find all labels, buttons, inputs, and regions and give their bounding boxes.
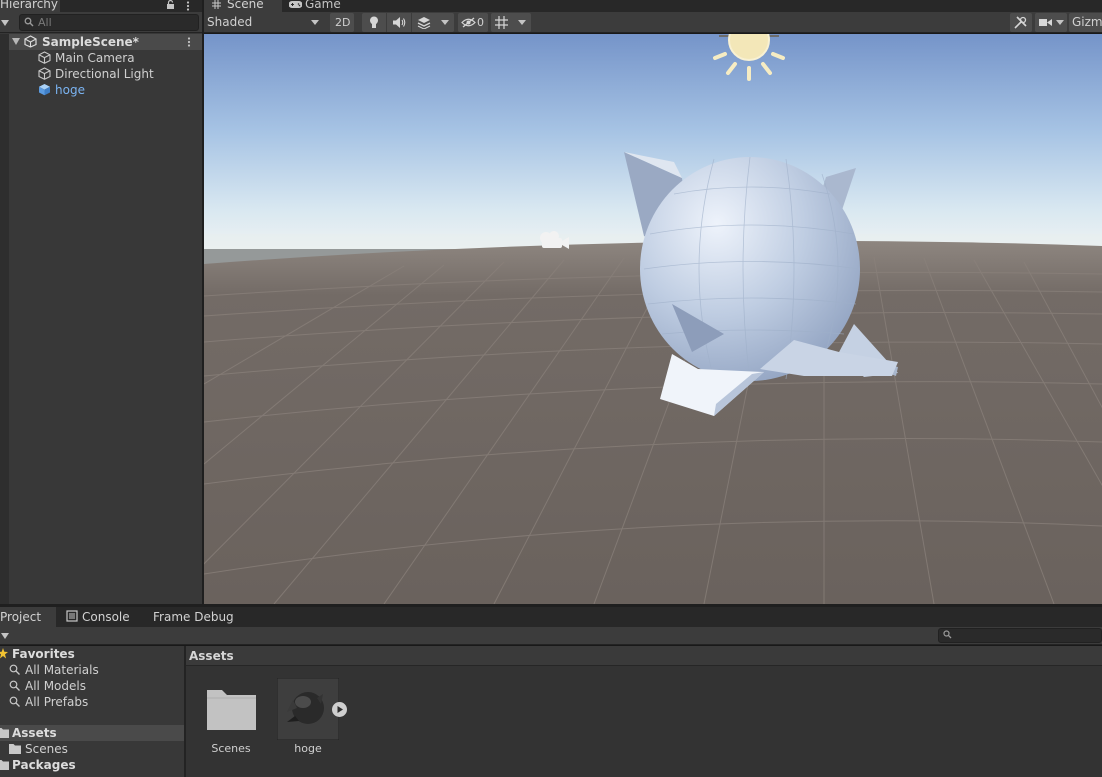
search-icon bbox=[24, 17, 34, 27]
tree-item-packages[interactable]: Packages bbox=[0, 757, 184, 773]
grid-toggle-button[interactable] bbox=[491, 13, 513, 32]
shading-mode-label: Shaded bbox=[207, 15, 253, 29]
kebab-menu-icon[interactable] bbox=[186, 1, 190, 11]
scene-viewport[interactable] bbox=[204, 34, 1102, 604]
lighting-toggle-button[interactable] bbox=[362, 13, 386, 32]
effects-toggle-button[interactable] bbox=[412, 13, 436, 32]
scene-kebab-menu-icon[interactable] bbox=[187, 37, 191, 47]
gameobject-cube-icon bbox=[38, 67, 51, 80]
search-icon bbox=[9, 680, 20, 691]
scene-tools-button[interactable] bbox=[1010, 13, 1032, 32]
gameobject-cube-icon bbox=[38, 51, 51, 64]
chevron-down-icon bbox=[311, 20, 319, 25]
scene-name-label: SampleScene* bbox=[42, 35, 139, 49]
hierarchy-gutter bbox=[0, 34, 9, 604]
fold-arrow-icon[interactable] bbox=[12, 38, 20, 45]
tree-item-label: Favorites bbox=[12, 647, 75, 661]
audio-toggle-button[interactable] bbox=[387, 13, 411, 32]
layers-icon bbox=[417, 17, 431, 29]
hierarchy-item-hoge[interactable]: hoge bbox=[38, 82, 198, 98]
tree-item-assets[interactable]: Assets bbox=[0, 725, 184, 741]
asset-name: Scenes bbox=[211, 742, 251, 755]
video-camera-icon bbox=[1039, 19, 1052, 26]
grid-dropdown-button[interactable] bbox=[513, 13, 531, 32]
tree-item-all-materials[interactable]: All Materials bbox=[0, 662, 184, 678]
lock-icon[interactable] bbox=[166, 0, 175, 9]
camera-settings-button[interactable] bbox=[1035, 13, 1067, 32]
create-dropdown-arrow-icon[interactable] bbox=[1, 633, 9, 639]
chevron-down-icon bbox=[441, 20, 449, 25]
grid-icon bbox=[495, 16, 508, 29]
search-icon bbox=[9, 696, 20, 707]
tree-item-label: All Models bbox=[25, 679, 86, 693]
tree-item-label: Assets bbox=[12, 726, 57, 740]
tree-item-label: All Materials bbox=[25, 663, 99, 677]
project-search-input[interactable] bbox=[956, 628, 1100, 643]
gizmos-label: Gizmos bbox=[1072, 15, 1102, 29]
search-icon bbox=[9, 664, 20, 675]
asset-hoge-model[interactable]: hoge bbox=[277, 678, 347, 758]
hierarchy-item-label: Main Camera bbox=[55, 51, 135, 65]
folder-icon bbox=[207, 690, 256, 730]
asset-name: hoge bbox=[294, 742, 322, 755]
hidden-objects-count: 0 bbox=[477, 16, 484, 29]
create-dropdown-arrow-icon[interactable] bbox=[1, 20, 9, 26]
tree-item-label: All Prefabs bbox=[25, 695, 89, 709]
hierarchy-item-directional-light[interactable]: Directional Light bbox=[38, 66, 198, 82]
hierarchy-item-main-camera[interactable]: Main Camera bbox=[38, 50, 198, 66]
folder-icon bbox=[0, 760, 9, 770]
expand-play-icon[interactable] bbox=[331, 701, 348, 718]
tree-item-label: Packages bbox=[12, 758, 76, 772]
tab-hierarchy-label: Hierarchy bbox=[0, 0, 59, 11]
model-thumbnail bbox=[277, 678, 339, 740]
star-icon bbox=[0, 648, 8, 659]
hierarchy-search-input[interactable] bbox=[38, 14, 196, 31]
speaker-icon bbox=[393, 17, 406, 28]
asset-scenes-folder[interactable]: Scenes bbox=[200, 678, 262, 758]
project-toolbar bbox=[0, 627, 1102, 645]
tab-game[interactable]: Game bbox=[305, 0, 341, 11]
eye-hidden-icon bbox=[461, 17, 476, 28]
effects-dropdown-button[interactable] bbox=[436, 13, 454, 32]
scene-render[interactable] bbox=[204, 34, 1102, 604]
wrench-icon bbox=[1014, 16, 1027, 29]
gamepad-icon bbox=[289, 1, 302, 8]
breadcrumb[interactable]: Assets bbox=[189, 646, 234, 666]
hierarchy-item-label: Directional Light bbox=[55, 67, 154, 81]
search-icon bbox=[943, 630, 952, 639]
tab-console[interactable]: Console bbox=[82, 607, 130, 627]
console-icon bbox=[66, 610, 78, 622]
tree-item-all-prefabs[interactable]: All Prefabs bbox=[0, 694, 184, 710]
tab-scene-label: Scene bbox=[227, 0, 264, 11]
assets-breadcrumb-bar bbox=[186, 646, 1102, 666]
lightbulb-icon bbox=[370, 16, 378, 28]
2d-toggle-label: 2D bbox=[335, 16, 351, 29]
tree-item-scenes[interactable]: Scenes bbox=[0, 741, 184, 757]
tree-item-label: Scenes bbox=[25, 742, 68, 756]
chevron-down-icon bbox=[518, 20, 526, 25]
tab-frame-debug[interactable]: Frame Debug bbox=[153, 607, 234, 627]
hierarchy-item-label: hoge bbox=[55, 83, 85, 97]
tree-item-favorites[interactable]: Favorites bbox=[0, 646, 184, 662]
prefab-cube-icon bbox=[39, 84, 50, 96]
unity-scene-icon bbox=[24, 35, 37, 48]
tab-project-label: Project bbox=[0, 610, 42, 624]
folder-icon bbox=[9, 744, 21, 754]
grid-hash-icon bbox=[212, 0, 221, 9]
folder-icon bbox=[0, 728, 9, 738]
chevron-down-icon bbox=[1056, 20, 1064, 25]
tree-item-all-models[interactable]: All Models bbox=[0, 678, 184, 694]
